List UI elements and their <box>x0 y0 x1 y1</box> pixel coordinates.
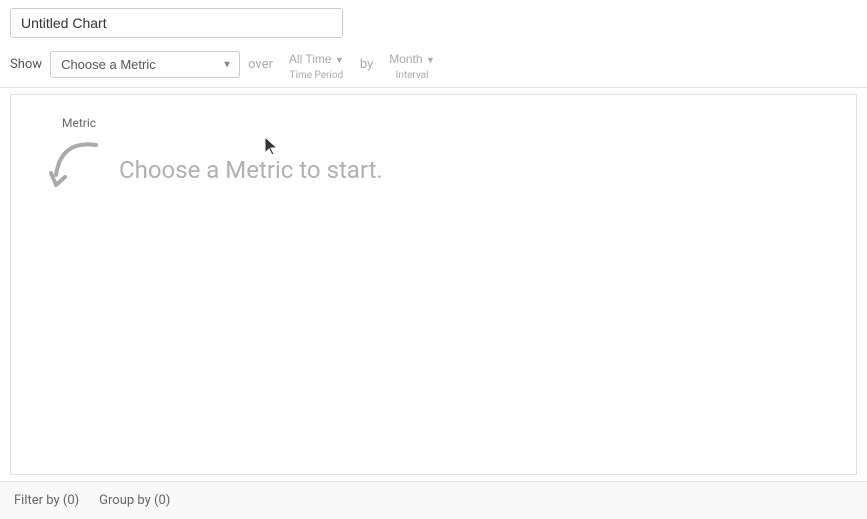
controls-bar: Show Choose a Metric ▼ over All Time ▼ T… <box>0 42 867 88</box>
time-period-sublabel: Time Period <box>290 70 344 81</box>
arrow-icon <box>41 135 111 205</box>
group-by-button[interactable]: Group by (0) <box>99 493 170 508</box>
page-wrapper: Show Choose a Metric ▼ over All Time ▼ T… <box>0 0 867 519</box>
time-period-label: All Time <box>289 52 332 66</box>
interval-arrow-icon: ▼ <box>426 55 435 65</box>
metric-select-wrapper: Choose a Metric ▼ <box>50 51 240 78</box>
show-label: Show <box>10 57 42 72</box>
title-bar <box>0 0 867 42</box>
time-period-arrow-icon: ▼ <box>335 55 344 65</box>
metric-select[interactable]: Choose a Metric <box>50 51 240 78</box>
filter-by-button[interactable]: Filter by (0) <box>14 493 79 508</box>
empty-state: Choose a Metric to start. <box>41 135 383 205</box>
interval-sublabel: Interval <box>396 70 429 81</box>
chart-area: Choose a Metric to start. <box>10 94 857 475</box>
by-label: by <box>360 57 373 72</box>
time-period-control: All Time ▼ Time Period <box>281 48 352 81</box>
time-period-button[interactable]: All Time ▼ <box>281 48 352 70</box>
interval-control: Month ▼ Interval <box>381 48 443 81</box>
footer-bar: Filter by (0) Group by (0) <box>0 481 867 519</box>
chart-title-input[interactable] <box>10 8 343 38</box>
empty-state-message: Choose a Metric to start. <box>119 156 383 184</box>
dropdown-hint: Metric <box>58 114 100 132</box>
over-label: over <box>248 57 273 72</box>
interval-label: Month <box>389 52 422 66</box>
interval-button[interactable]: Month ▼ <box>381 48 443 70</box>
